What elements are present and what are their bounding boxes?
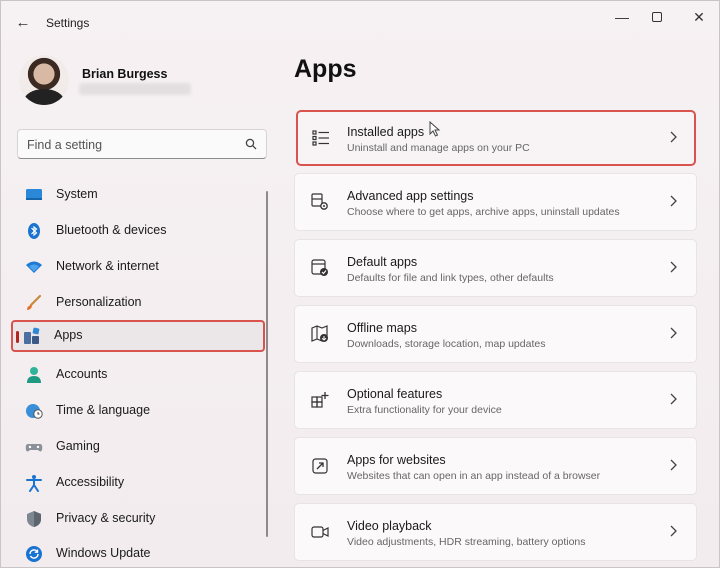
- card-default-apps[interactable]: Default apps Defaults for file and link …: [294, 239, 697, 297]
- card-optional-features[interactable]: Optional features Extra functionality fo…: [294, 371, 697, 429]
- sidebar-item-label: Windows Update: [56, 546, 151, 560]
- list-icon: [312, 130, 329, 146]
- sidebar-item-accounts[interactable]: Accounts: [13, 359, 263, 391]
- card-video-playback[interactable]: Video playback Video adjustments, HDR st…: [294, 503, 697, 561]
- card-installed-apps[interactable]: Installed apps Uninstall and manage apps…: [296, 110, 696, 166]
- search-input[interactable]: Find a setting: [17, 129, 267, 159]
- card-subtitle: Choose where to get apps, archive apps, …: [347, 206, 620, 218]
- sidebar-item-label: Accessibility: [56, 475, 125, 489]
- chevron-right-icon: [670, 327, 677, 339]
- title-bar: ← Settings — ✕: [1, 1, 719, 45]
- active-indicator: [16, 331, 19, 343]
- app-settings-icon: [311, 193, 328, 210]
- gamepad-icon: [25, 444, 43, 452]
- card-advanced-app-settings[interactable]: Advanced app settings Choose where to ge…: [294, 173, 697, 231]
- back-button[interactable]: ←: [11, 12, 35, 34]
- brush-icon: [27, 294, 42, 310]
- card-title: Default apps: [347, 255, 418, 269]
- sidebar-item-label: Gaming: [56, 439, 100, 453]
- close-icon: ✕: [693, 9, 705, 25]
- card-subtitle: Uninstall and manage apps on your PC: [347, 142, 530, 154]
- search-placeholder: Find a setting: [27, 138, 103, 152]
- person-icon: [27, 367, 41, 383]
- card-subtitle: Defaults for file and link types, other …: [347, 272, 554, 284]
- card-apps-for-websites[interactable]: Apps for websites Websites that can open…: [294, 437, 697, 495]
- sidebar-item-apps[interactable]: Apps: [11, 320, 265, 352]
- user-email-redacted: [79, 83, 191, 95]
- sidebar-item-windows-update[interactable]: Windows Update: [13, 538, 263, 568]
- user-name: Brian Burgess: [82, 67, 168, 81]
- globe-clock-icon: [26, 404, 43, 419]
- sidebar-item-label: Apps: [54, 328, 83, 342]
- chevron-right-icon: [670, 195, 677, 207]
- default-apps-icon: [311, 259, 328, 276]
- sidebar-item-bluetooth[interactable]: Bluetooth & devices: [13, 215, 263, 247]
- sidebar-item-system[interactable]: System: [13, 179, 263, 211]
- card-title: Optional features: [347, 387, 443, 401]
- card-title: Apps for websites: [347, 453, 446, 467]
- card-title: Advanced app settings: [347, 189, 474, 203]
- search-icon: [245, 138, 257, 150]
- card-title: Installed apps: [347, 125, 425, 139]
- sidebar-item-privacy-security[interactable]: Privacy & security: [13, 503, 263, 535]
- chevron-right-icon: [670, 131, 677, 143]
- shield-icon: [27, 511, 41, 527]
- sidebar-scrollbar[interactable]: [266, 191, 268, 537]
- apps-icon: [24, 327, 40, 344]
- close-button[interactable]: ✕: [684, 7, 714, 27]
- chevron-right-icon: [670, 525, 677, 537]
- back-arrow-icon: ←: [15, 14, 31, 31]
- card-subtitle: Extra functionality for your device: [347, 404, 502, 416]
- sidebar-item-gaming[interactable]: Gaming: [13, 431, 263, 463]
- card-offline-maps[interactable]: Offline maps Downloads, storage location…: [294, 305, 697, 363]
- chevron-right-icon: [670, 459, 677, 471]
- minimize-icon: —: [615, 9, 629, 25]
- sidebar-item-time-language[interactable]: Time & language: [13, 395, 263, 427]
- wifi-icon: [26, 261, 42, 273]
- avatar[interactable]: [19, 55, 69, 105]
- sidebar-item-label: System: [56, 187, 98, 201]
- window-title: Settings: [46, 16, 90, 30]
- web-app-icon: [312, 458, 328, 474]
- maximize-icon: [652, 12, 662, 22]
- maximize-button[interactable]: [642, 7, 672, 27]
- sidebar-item-personalization[interactable]: Personalization: [13, 287, 263, 319]
- mouse-pointer-icon: [429, 121, 441, 137]
- settings-window: ← Settings — ✕ Brian Burgess Find a sett…: [0, 0, 720, 568]
- map-icon: [311, 325, 328, 342]
- monitor-icon: [26, 189, 42, 200]
- chevron-right-icon: [670, 393, 677, 405]
- card-title: Offline maps: [347, 321, 417, 335]
- sidebar-item-label: Time & language: [56, 403, 151, 417]
- optional-features-icon: [311, 392, 329, 408]
- video-icon: [311, 526, 329, 538]
- card-subtitle: Websites that can open in an app instead…: [347, 470, 601, 482]
- sidebar-item-label: Bluetooth & devices: [56, 223, 167, 237]
- sidebar-item-accessibility[interactable]: Accessibility: [13, 467, 263, 499]
- sidebar-item-label: Accounts: [56, 367, 108, 381]
- card-title: Video playback: [347, 519, 432, 533]
- sidebar-item-network[interactable]: Network & internet: [13, 251, 263, 283]
- card-subtitle: Video adjustments, HDR streaming, batter…: [347, 536, 586, 548]
- accessibility-icon: [26, 475, 42, 492]
- sidebar-item-label: Personalization: [56, 295, 142, 309]
- page-title: Apps: [294, 55, 357, 83]
- sidebar-item-label: Privacy & security: [56, 511, 156, 525]
- minimize-button[interactable]: —: [607, 7, 637, 27]
- bluetooth-icon: [28, 223, 40, 239]
- sidebar-item-label: Network & internet: [56, 259, 159, 273]
- card-subtitle: Downloads, storage location, map updates: [347, 338, 546, 350]
- chevron-right-icon: [670, 261, 677, 273]
- update-icon: [26, 546, 42, 562]
